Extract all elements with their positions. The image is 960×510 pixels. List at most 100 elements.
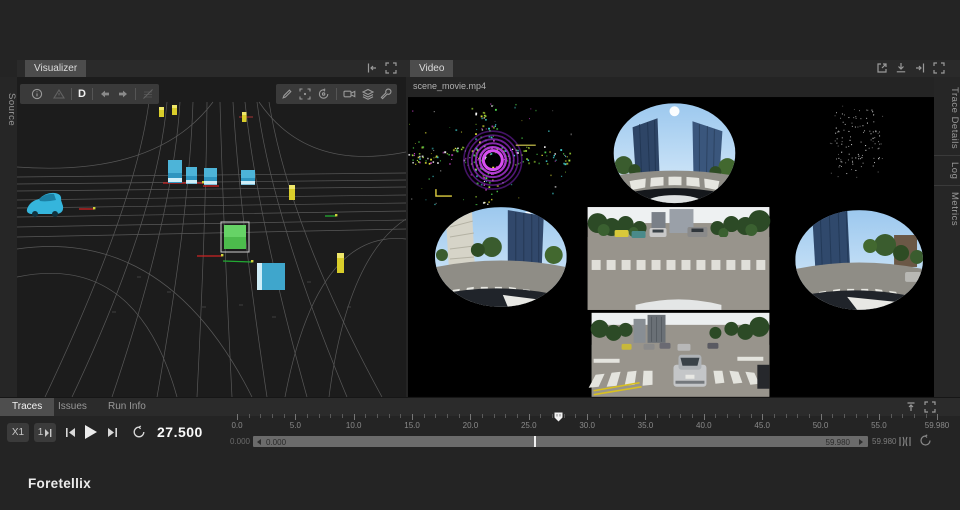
ruler-tick	[505, 414, 506, 418]
loop-icon[interactable]	[919, 434, 932, 447]
tab-video[interactable]: Video	[410, 60, 453, 77]
ruler-tick	[704, 414, 705, 420]
measure-icon[interactable]	[281, 88, 293, 100]
tab-issues[interactable]: Issues	[46, 398, 99, 416]
bottom-bar: Traces Issues Run Info X1 1 27.500 0.05.…	[0, 397, 960, 454]
ruler-tick	[669, 414, 670, 418]
ruler-tick-label: 15.0	[404, 421, 420, 430]
ruler-tick	[657, 414, 658, 418]
fullscreen-icon[interactable]	[924, 401, 936, 413]
timeline-ruler[interactable]: 0.05.010.015.020.025.030.035.040.045.050…	[228, 413, 958, 433]
video-viewport[interactable]	[408, 97, 934, 397]
scrub-right-arrow-icon[interactable]	[858, 439, 864, 445]
speed-button[interactable]: X1	[7, 423, 29, 442]
frame-step-count: 1	[38, 427, 44, 438]
right-tab-strip: Trace Details Log Metrics	[934, 77, 960, 397]
ruler-tick	[727, 414, 728, 418]
frame-step-button[interactable]: 1	[34, 423, 56, 442]
ruler-tick	[622, 414, 623, 418]
viz-toolbar-right	[276, 84, 397, 104]
ruler-tick	[739, 414, 740, 418]
ruler-tick-label: 50.0	[813, 421, 829, 430]
ruler-tick	[891, 414, 892, 418]
fullscreen-icon[interactable]	[933, 62, 945, 74]
ruler-tick-label: 10.0	[346, 421, 362, 430]
ruler-tick	[751, 414, 752, 418]
wrench-icon[interactable]	[380, 88, 392, 100]
ruler-tick	[470, 414, 471, 420]
ruler-tick-label: 59.980	[925, 421, 949, 430]
external-link-icon[interactable]	[876, 62, 888, 74]
scrub-range-start: 0.000	[266, 438, 286, 447]
ruler-tick	[715, 414, 716, 418]
tab-source[interactable]: Source	[0, 87, 17, 132]
front-camera	[588, 207, 771, 310]
arrow-left-icon[interactable]	[99, 88, 111, 100]
time-display: 27.500	[157, 424, 203, 440]
ruler-tick	[435, 414, 436, 418]
fit-range-icon[interactable]	[899, 436, 911, 447]
ruler-tick	[821, 414, 822, 420]
playhead-marker[interactable]	[554, 412, 563, 422]
fullscreen-icon[interactable]	[385, 62, 397, 74]
ruler-tick	[926, 414, 927, 418]
ruler-tick	[354, 414, 355, 420]
play-button[interactable]	[85, 425, 97, 439]
ruler-tick-label: 35.0	[638, 421, 654, 430]
ruler-tick	[272, 414, 273, 418]
ruler-tick	[599, 414, 600, 418]
step-forward-button[interactable]	[107, 427, 118, 438]
ruler-tick	[517, 414, 518, 418]
ruler-tick	[307, 414, 308, 418]
focus-target-icon[interactable]	[299, 88, 311, 100]
skip-start-button[interactable]	[65, 427, 76, 438]
pin-top-icon[interactable]	[905, 401, 917, 413]
replay-button[interactable]	[132, 425, 146, 439]
scrub-position-line[interactable]	[534, 436, 536, 447]
ruler-tick-label: 0.0	[231, 421, 242, 430]
ruler-tick-label: 30.0	[579, 421, 595, 430]
tab-metrics[interactable]: Metrics	[934, 186, 960, 232]
tab-trace-details[interactable]: Trace Details	[934, 81, 960, 155]
ruler-tick	[330, 414, 331, 418]
ruler-tick	[914, 414, 915, 418]
ruler-tick	[529, 414, 530, 420]
reset-view-icon[interactable]	[317, 88, 330, 100]
warning-icon[interactable]	[53, 88, 65, 100]
visualizer-3d-scene[interactable]	[17, 77, 406, 397]
ruler-tick	[856, 414, 857, 418]
ruler-tick	[494, 414, 495, 418]
video-panel: scene_movie.mp4	[408, 77, 934, 397]
detections-toggle[interactable]: D	[78, 88, 86, 100]
dock-right-icon[interactable]	[914, 62, 926, 74]
ruler-tick	[634, 414, 635, 418]
layers-icon[interactable]	[362, 88, 374, 100]
fisheye-left-camera	[435, 207, 567, 307]
ruler-tick	[879, 414, 880, 420]
ruler-tick	[552, 414, 553, 418]
timeline-scrollbar[interactable]: 0.000 59.980	[253, 436, 868, 447]
ruler-tick-label: 20.0	[463, 421, 479, 430]
ruler-tick	[237, 414, 238, 420]
ruler-tick	[249, 414, 250, 418]
ruler-tick-label: 45.0	[754, 421, 770, 430]
ruler-tick-label: 25.0	[521, 421, 537, 430]
ruler-tick-label: 5.0	[290, 421, 301, 430]
dock-left-icon[interactable]	[366, 62, 378, 74]
download-icon[interactable]	[895, 62, 907, 74]
ruler-tick	[342, 414, 343, 418]
tab-visualizer[interactable]: Visualizer	[25, 60, 86, 77]
ruler-tick-label: 55.0	[871, 421, 887, 430]
scrub-left-label: 0.000	[224, 437, 250, 446]
scrub-left-arrow-icon[interactable]	[256, 439, 262, 445]
left-tab-strip: Source	[0, 77, 17, 397]
tab-log[interactable]: Log	[934, 156, 960, 185]
ruler-tick	[564, 414, 565, 418]
ruler-tick	[319, 414, 320, 418]
ruler-tick	[575, 414, 576, 418]
arrow-right-icon[interactable]	[117, 88, 129, 100]
viz-toolbar-left: D	[48, 84, 159, 104]
hide-lanes-icon[interactable]	[142, 88, 154, 100]
camera-icon[interactable]	[343, 88, 356, 100]
tab-run-info[interactable]: Run Info	[96, 398, 158, 416]
